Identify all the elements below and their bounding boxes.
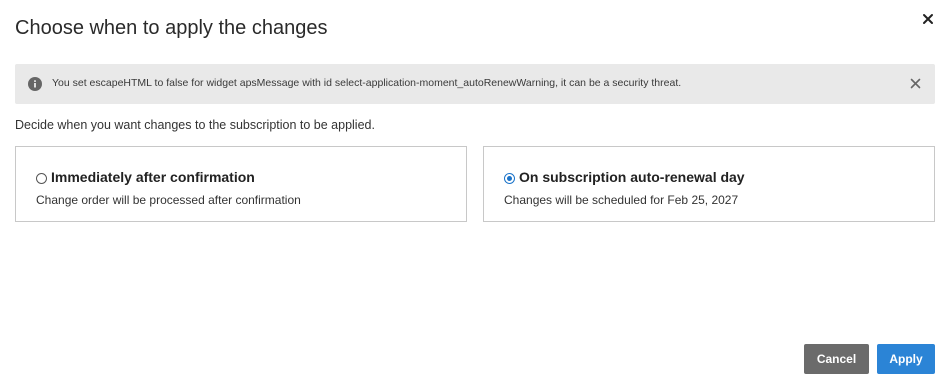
instruction-text: Decide when you want changes to the subs… — [15, 118, 375, 132]
radio-auto-renewal[interactable] — [504, 173, 515, 184]
alert-message: You set escapeHTML to false for widget a… — [52, 77, 682, 89]
option-description: Changes will be scheduled for Feb 25, 20… — [504, 193, 739, 207]
apply-changes-dialog: Choose when to apply the changes You set… — [0, 0, 947, 386]
dismiss-alert-icon[interactable] — [910, 78, 921, 89]
option-title: On subscription auto-renewal day — [519, 169, 745, 185]
info-icon — [28, 77, 42, 91]
option-auto-renewal[interactable]: On subscription auto-renewal day Changes… — [483, 146, 935, 222]
close-icon[interactable] — [921, 12, 935, 26]
option-immediately[interactable]: Immediately after confirmation Change or… — [15, 146, 467, 222]
radio-immediately[interactable] — [36, 173, 47, 184]
option-description: Change order will be processed after con… — [36, 193, 301, 207]
option-title: Immediately after confirmation — [51, 169, 255, 185]
cancel-button[interactable]: Cancel — [804, 344, 869, 374]
security-warning-alert: You set escapeHTML to false for widget a… — [15, 64, 935, 104]
dialog-title: Choose when to apply the changes — [15, 17, 328, 39]
apply-button[interactable]: Apply — [877, 344, 935, 374]
